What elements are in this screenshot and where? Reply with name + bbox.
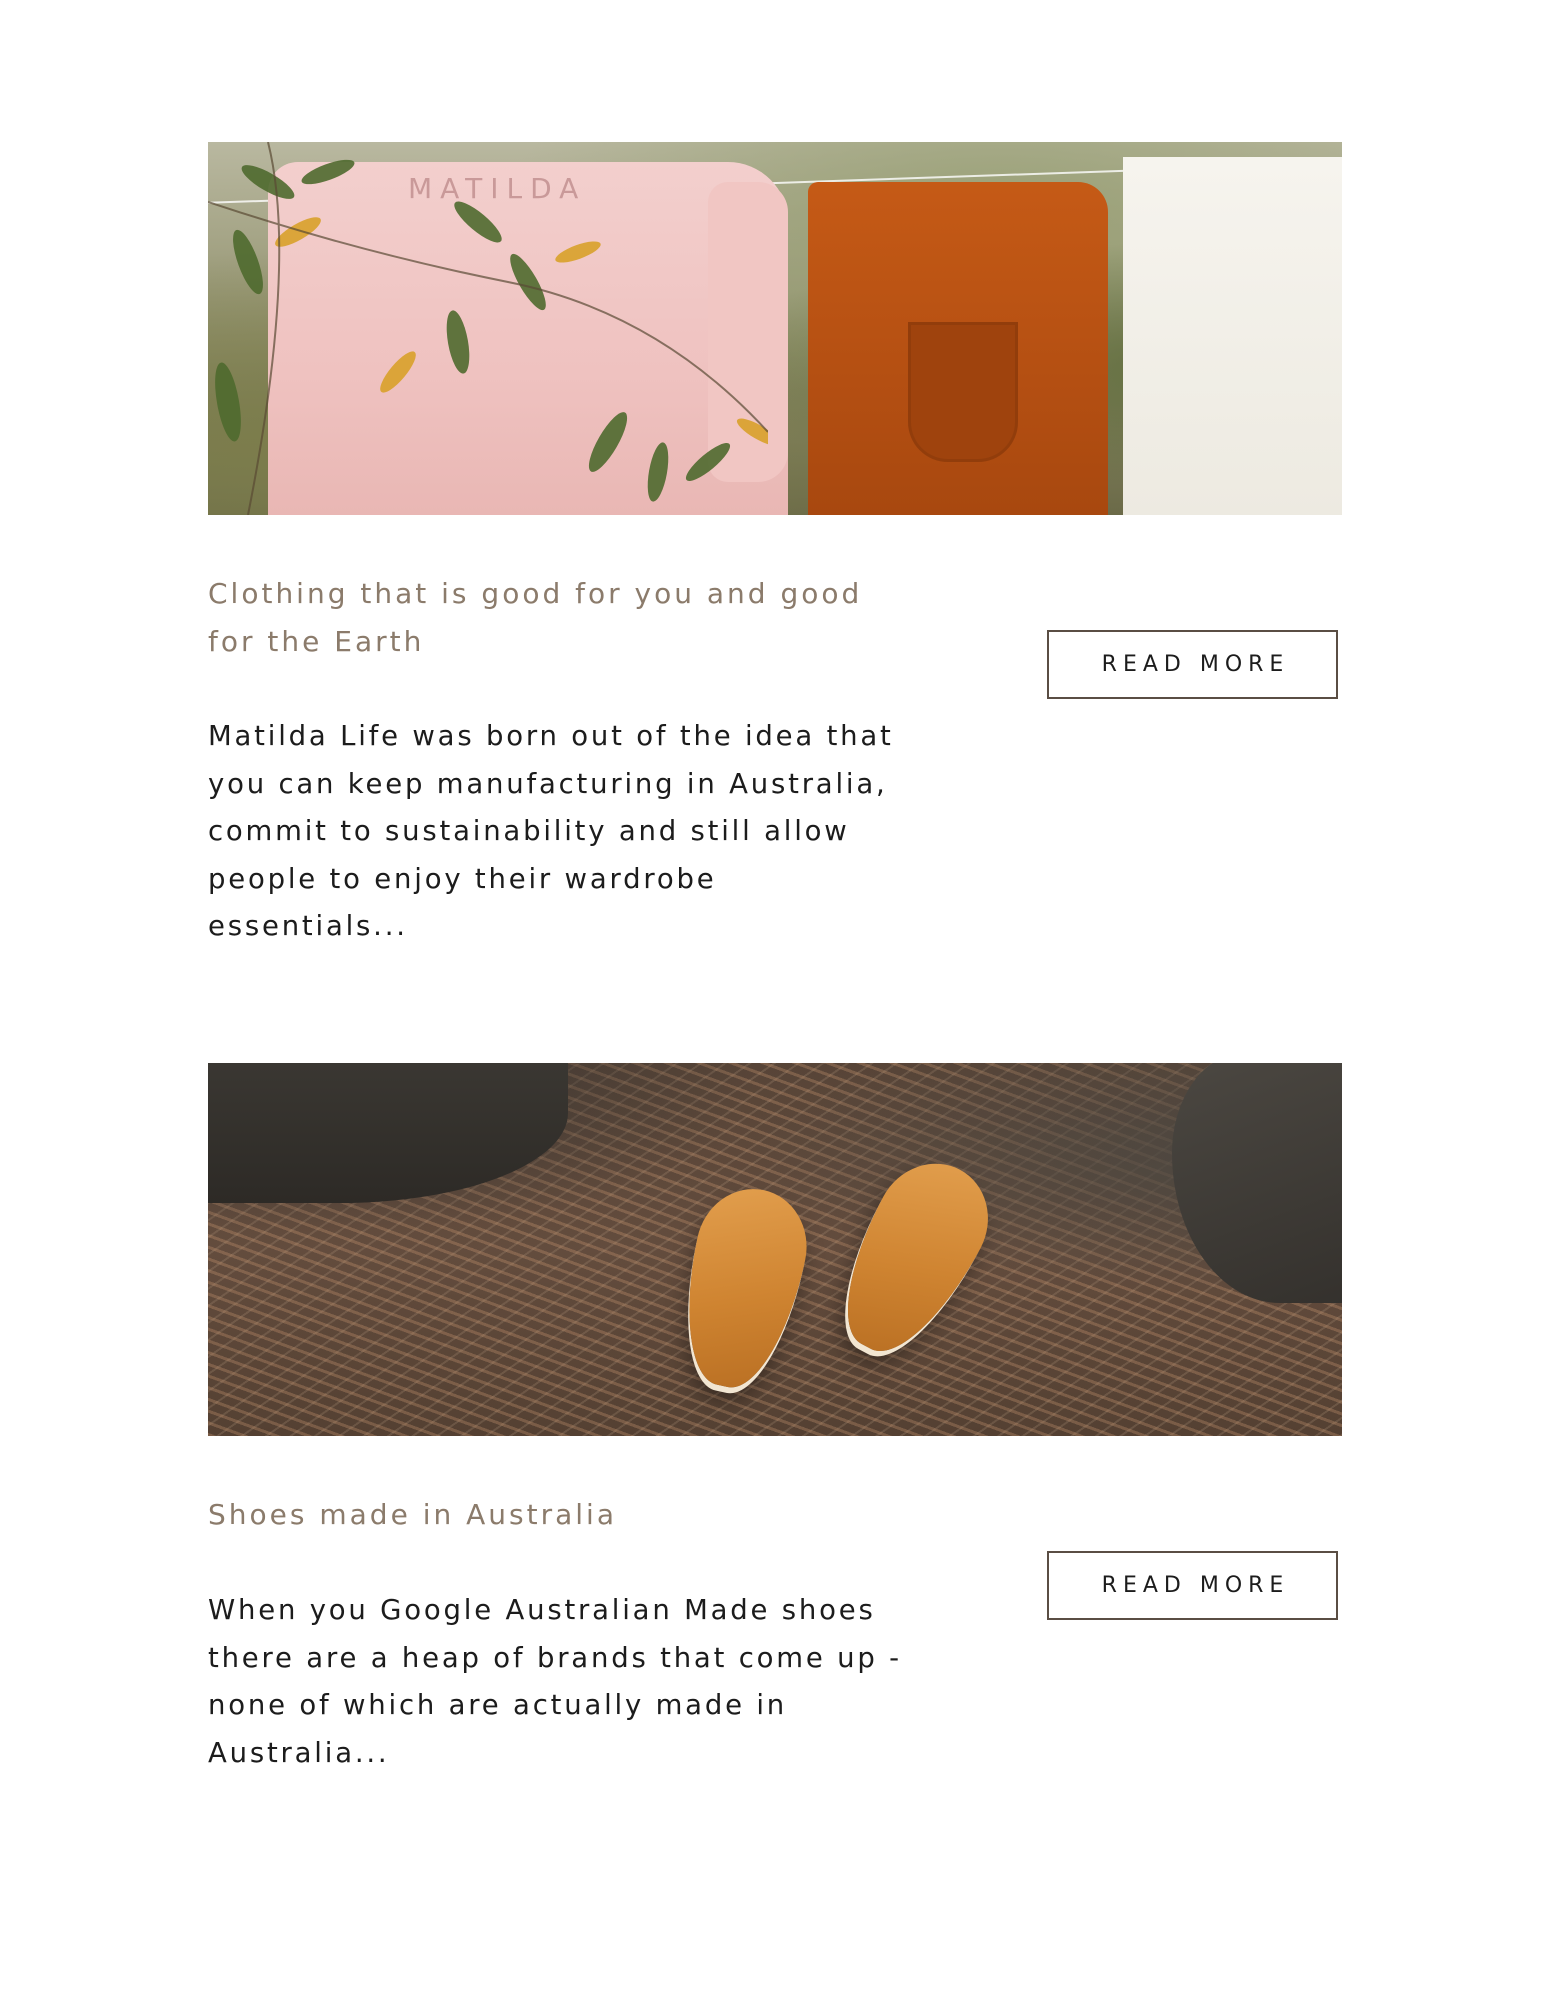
post-title[interactable]: Clothing that is good for you and good f… xyxy=(208,570,908,666)
blog-post-clothing: MATILDA Clothing that is good for you an… xyxy=(208,142,1342,942)
tree-trunk xyxy=(1172,1063,1342,1303)
read-more-button[interactable]: READ MORE xyxy=(1047,630,1338,699)
fallen-log xyxy=(208,1063,568,1203)
post-title[interactable]: Shoes made in Australia xyxy=(208,1491,908,1539)
rust-bodysuit-crotch xyxy=(908,322,1018,462)
blog-post-shoes: Shoes made in Australia When you Google … xyxy=(208,1063,1342,1769)
leather-mule-left xyxy=(668,1178,818,1398)
shoes-on-bark-image[interactable] xyxy=(208,1063,1342,1436)
clothes-on-line-image[interactable]: MATILDA xyxy=(208,142,1342,515)
leather-mule-right xyxy=(817,1143,1009,1373)
eucalyptus-leaves xyxy=(208,142,768,515)
post-excerpt: Matilda Life was born out of the idea th… xyxy=(208,720,894,942)
read-more-button[interactable]: READ MORE xyxy=(1047,1551,1338,1620)
white-jeans xyxy=(1123,157,1342,515)
post-excerpt: When you Google Australian Made shoes th… xyxy=(208,1594,902,1769)
